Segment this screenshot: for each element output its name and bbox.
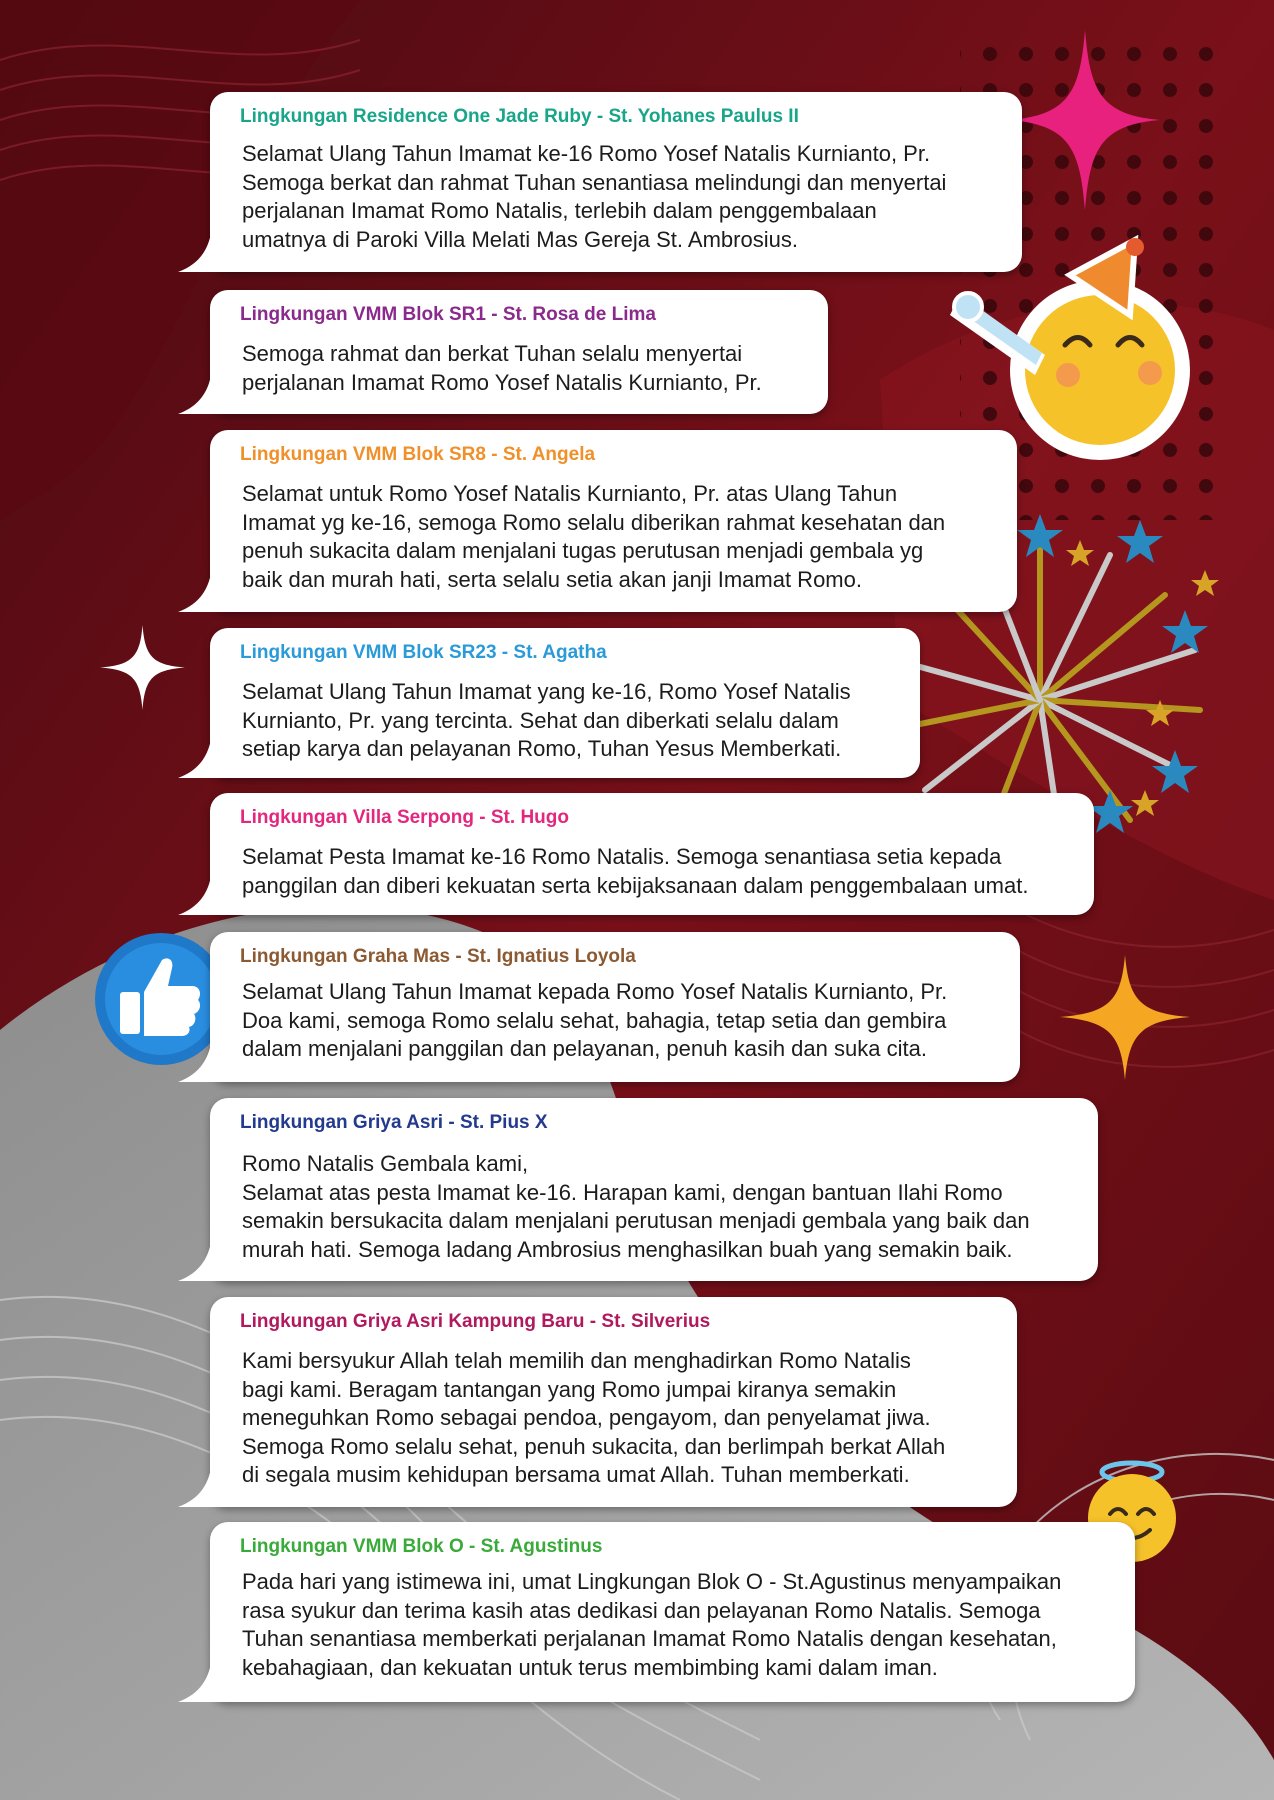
sender-name: Lingkungan VMM Blok O - St. Agustinus — [240, 1536, 603, 1557]
bubble-tail — [178, 1461, 238, 1507]
bubble-tail — [178, 566, 238, 612]
message-text: Selamat Ulang Tahun Imamat kepada Romo Y… — [242, 979, 948, 1061]
sender-name: Lingkungan Griya Asri Kampung Baru - St.… — [240, 1311, 711, 1332]
message-bubble: Lingkungan Griya Asri - St. Pius X Romo … — [178, 1098, 1098, 1281]
message-bubble: Lingkungan Griya Asri Kampung Baru - St.… — [178, 1297, 1017, 1507]
message-bubble: Lingkungan Residence One Jade Ruby - St.… — [178, 92, 1022, 272]
message-bubble: Lingkungan VMM Blok SR1 - St. Rosa de Li… — [178, 290, 828, 414]
sparkle-gold-icon — [1060, 955, 1190, 1080]
bubble-tail — [178, 732, 238, 778]
message-text: Selamat Ulang Tahun Imamat yang ke-16, R… — [242, 679, 851, 761]
sender-name: Lingkungan VMM Blok SR8 - St. Angela — [240, 444, 596, 465]
message-text: Romo Natalis Gembala kami, Selamat atas … — [242, 1151, 1030, 1262]
message-text: Pada hari yang istimewa ini, umat Lingku… — [242, 1569, 1062, 1680]
message-text: Kami bersyukur Allah telah memilih dan m… — [242, 1348, 946, 1487]
message-bubble: Lingkungan VMM Blok SR23 - St. Agatha Se… — [178, 628, 920, 778]
bubble-tail — [178, 869, 238, 915]
message-text: Selamat untuk Romo Yosef Natalis Kurnian… — [242, 481, 946, 592]
message-bubble: Lingkungan VMM Blok O - St. Agustinus Pa… — [178, 1522, 1135, 1702]
message-text: Selamat Pesta Imamat ke-16 Romo Natalis.… — [242, 844, 1029, 898]
message-bubble: Lingkungan Villa Serpong - St. Hugo Sela… — [178, 793, 1094, 915]
sparkle-pink-icon — [1010, 30, 1160, 210]
sender-name: Lingkungan Villa Serpong - St. Hugo — [240, 807, 569, 828]
sparkle-white-icon — [100, 625, 185, 710]
message-text: Semoga rahmat dan berkat Tuhan selalu me… — [242, 341, 762, 395]
sender-name: Lingkungan Griya Asri - St. Pius X — [240, 1112, 548, 1133]
sender-name: Lingkungan VMM Blok SR23 - St. Agatha — [240, 642, 607, 663]
sender-name: Lingkungan VMM Blok SR1 - St. Rosa de Li… — [240, 304, 656, 325]
bubble-tail — [178, 226, 238, 272]
message-text: Selamat Ulang Tahun Imamat ke-16 Romo Yo… — [242, 141, 947, 252]
bubble-tail — [178, 1235, 238, 1281]
bubble-tail — [178, 1036, 238, 1082]
sender-name: Lingkungan Graha Mas - St. Ignatius Loyo… — [240, 946, 636, 967]
message-bubble: Lingkungan Graha Mas - St. Ignatius Loyo… — [178, 932, 1020, 1082]
bubble-tail — [178, 1656, 238, 1702]
sender-name: Lingkungan Residence One Jade Ruby - St.… — [240, 106, 799, 127]
message-bubble: Lingkungan VMM Blok SR8 - St. Angela Sel… — [178, 430, 1017, 612]
bubble-tail — [178, 368, 238, 414]
